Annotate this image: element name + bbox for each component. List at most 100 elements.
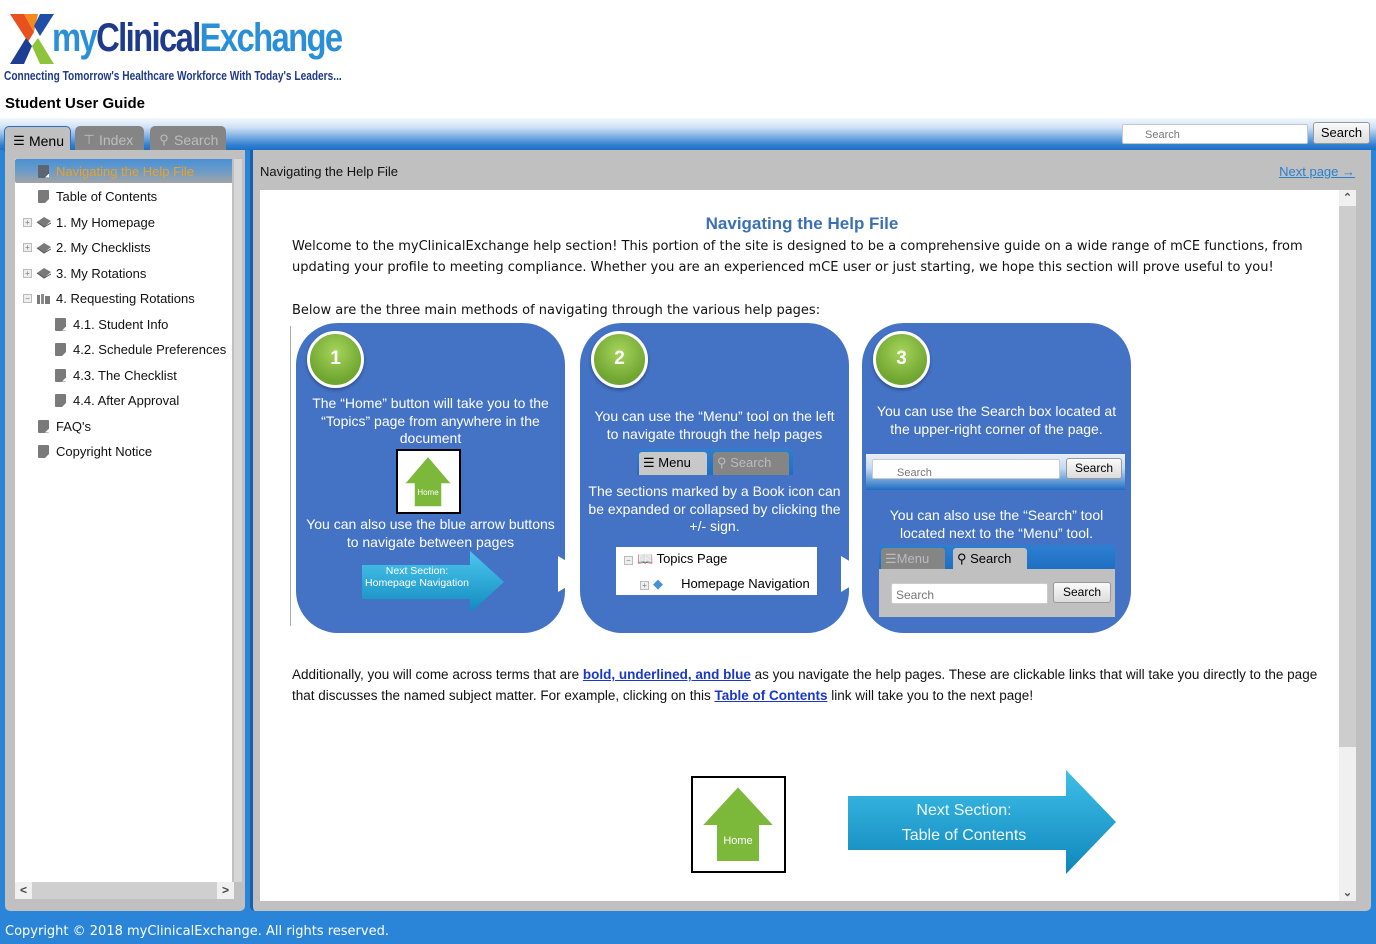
method-text: You can also use the blue arrow buttons … — [306, 516, 555, 550]
method-panel-3: 3 You can use the Search box located at … — [862, 323, 1131, 633]
content-title: Navigating the Help File — [260, 164, 399, 179]
tab-search[interactable]: ⚲ Search — [150, 126, 226, 150]
sidebar: Navigating the Help File Table of Content… — [5, 150, 245, 911]
sidebar-item-label: 4.3. The Checklist — [73, 367, 177, 383]
book-icon — [36, 217, 52, 228]
page-icon — [38, 190, 49, 203]
next-page-link[interactable]: Next page → — [1279, 164, 1355, 179]
sidebar-horizontal-scrollbar[interactable]: < > — [15, 882, 234, 899]
sidebar-item-label: 3. My Rotations — [56, 265, 147, 281]
example-tree-item: − 📖 Topics Page — [624, 550, 727, 568]
tab-label: Menu — [28, 133, 64, 149]
next-section-label: Next Section: Table of Contents — [901, 802, 1027, 844]
step-number: 2 — [591, 331, 648, 388]
sidebar-item[interactable]: 4.2. Schedule Preferences — [55, 338, 226, 362]
collapse-icon[interactable]: − — [23, 294, 32, 303]
search-button[interactable]: Search — [1313, 122, 1370, 144]
example-search-button: Search — [1053, 582, 1111, 603]
intro-paragraph: Welcome to the myClinicalExchange help s… — [292, 239, 1303, 275]
scroll-down-button[interactable]: ⌄ — [1339, 885, 1356, 901]
content-panel: Navigating the Help File Next page → Nav… — [250, 150, 1371, 911]
expand-icon[interactable]: + — [23, 268, 32, 278]
links-paragraph: Additionally, you will come across terms… — [292, 667, 1318, 703]
page-icon — [38, 445, 49, 458]
sidebar-item-label: Navigating the Help File — [56, 163, 195, 179]
page-icon — [38, 419, 49, 433]
content-scrollbar[interactable]: ⌃ ⌄ — [1339, 190, 1356, 901]
expand-icon[interactable]: + — [23, 243, 32, 252]
magnifier-icon: ⚲ — [159, 131, 169, 147]
scroll-left-button[interactable]: < — [15, 882, 32, 899]
sidebar-item-label: 4.2. Schedule Preferences — [73, 342, 227, 357]
scrollbar-thumb[interactable] — [1339, 206, 1356, 747]
footer-copyright: Copyright © 2018 myClinicalExchange. All… — [5, 924, 389, 939]
sidebar-scrollbar[interactable] — [234, 159, 242, 882]
page-icon — [55, 317, 66, 331]
signpost-icon: ⊤ — [83, 131, 95, 147]
methods-intro: Below are the three main methods of navi… — [292, 303, 821, 318]
search-input[interactable]: Search — [1122, 124, 1308, 144]
method-text: The sections marked by a Book icon can b… — [588, 483, 841, 534]
page-icon — [55, 343, 66, 356]
scroll-up-button[interactable]: ⌃ — [1339, 190, 1356, 206]
home-label: Home — [723, 835, 752, 847]
sidebar-item-label: 4.1. Student Info — [73, 316, 169, 332]
next-section-arrow-label: Next Section: Homepage Navigation — [365, 565, 469, 589]
home-button-image: Home — [396, 449, 461, 514]
sidebar-item-label: 2. My Checklists — [56, 240, 151, 255]
sidebar-item-label: Copyright Notice — [56, 444, 153, 459]
sidebar-item-label: 4. Requesting Rotations — [56, 291, 195, 306]
tree-example: − 📖 Topics Page + ◆ Homepage Navigation — [616, 547, 817, 595]
page-icon — [55, 394, 66, 407]
search-bar-example: Search Search — [866, 454, 1125, 490]
sidebar-item[interactable]: Copyright Notice — [38, 440, 152, 464]
list-icon: ☰ — [13, 133, 25, 148]
header: myClinicalExchange Connecting Tomorrow's… — [0, 0, 1376, 118]
sidebar-item[interactable]: 4.3. The Checklist — [55, 363, 177, 387]
toc-tree: Navigating the Help File Table of Content… — [15, 159, 232, 882]
sidebar-item[interactable]: +1. My Homepage — [23, 210, 155, 234]
sidebar-item-label: FAQ's — [56, 418, 91, 434]
example-tab-menu: ☰Menu — [881, 548, 945, 569]
home-arrow-icon: Home — [402, 454, 454, 508]
tab-index[interactable]: ⊤ Index — [75, 126, 144, 150]
logo-x-icon — [10, 14, 54, 64]
book-icon — [36, 268, 52, 279]
help-page: Navigating the Help File Welcome to the … — [260, 190, 1356, 901]
next-section-button[interactable]: Next Section: Table of Contents — [848, 770, 1118, 876]
method-text: The “Home” button will take you to the “… — [312, 395, 549, 446]
table-of-contents-link[interactable]: Table of Contents — [714, 688, 827, 703]
example-tab-menu: ☰ Menu — [639, 452, 707, 475]
expand-icon[interactable]: + — [23, 217, 32, 227]
page-heading: Navigating the Help File — [705, 214, 899, 233]
tab-label: Search — [174, 131, 219, 148]
scroll-right-button[interactable]: > — [217, 882, 234, 899]
logo-wordmark: myClinicalExchange — [52, 16, 343, 60]
open-book-icon — [37, 293, 50, 304]
home-button[interactable]: Home — [691, 776, 786, 873]
menu-tabs-example: ☰ Menu ⚲ Search — [637, 449, 793, 475]
guide-title: Student User Guide — [5, 95, 146, 112]
home-label: Home — [417, 488, 439, 497]
sidebar-item[interactable]: 4.1. Student Info — [55, 312, 168, 336]
sidebar-item-label: 4.4. After Approval — [73, 393, 180, 408]
sidebar-item-label: Table of Contents — [56, 189, 158, 204]
sidebar-item[interactable]: FAQ's — [38, 414, 91, 438]
sidebar-item[interactable]: +3. My Rotations — [23, 261, 146, 285]
tab-menu[interactable]: ☰ Menu — [4, 126, 71, 152]
sidebar-item[interactable]: − 4. Requesting Rotations — [23, 287, 195, 311]
tagline: Connecting Tomorrow's Healthcare Workfor… — [4, 68, 342, 83]
divider — [290, 326, 291, 626]
method-text: You can use the “Menu” tool on the left … — [594, 408, 835, 442]
method-panel-1: 1 The “Home” button will take you to the… — [296, 323, 565, 633]
sidebar-item[interactable]: Table of Contents — [38, 185, 157, 209]
sidebar-item[interactable]: 4.4. After Approval — [55, 389, 179, 413]
example-tree-item: + ◆ Homepage Navigation — [640, 575, 810, 593]
page-icon — [55, 368, 66, 382]
sidebar-item[interactable]: +2. My Checklists — [23, 236, 151, 260]
page-icon — [38, 164, 49, 178]
example-tab-search: ⚲ Search — [713, 452, 789, 475]
sidebar-item[interactable]: Navigating the Help File — [15, 159, 232, 183]
home-arrow-icon: Home — [698, 784, 778, 863]
example-link[interactable]: bold, underlined, and blue — [583, 667, 751, 682]
